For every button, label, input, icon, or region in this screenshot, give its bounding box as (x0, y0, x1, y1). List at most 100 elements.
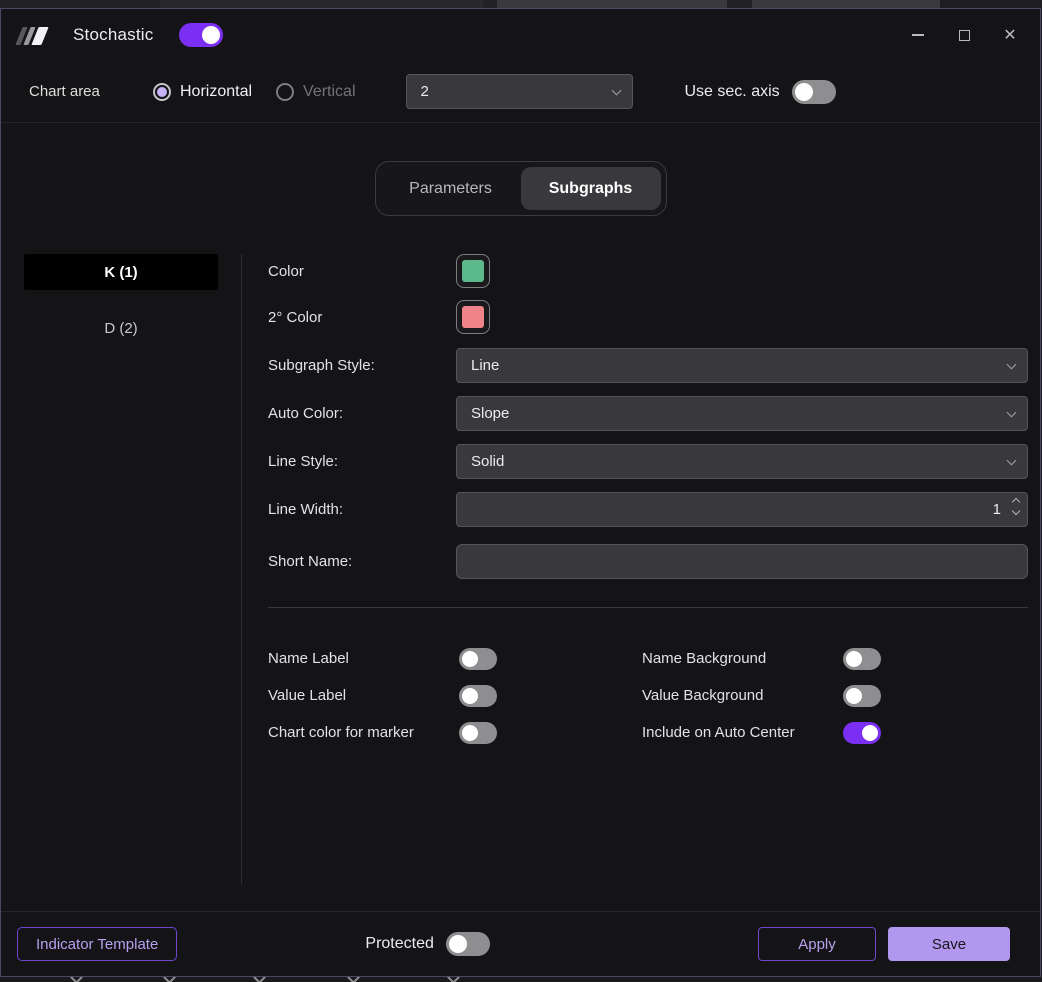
chevron-down-icon (611, 86, 621, 96)
section-divider (268, 607, 1028, 608)
subgraph-item-k[interactable]: K (1) (24, 254, 218, 290)
protected-label: Protected (365, 935, 433, 953)
auto-color-select[interactable]: Slope (456, 396, 1028, 431)
save-button[interactable]: Save (888, 927, 1010, 961)
chevron-down-icon (1007, 360, 1017, 370)
subgraph-list-panel: K (1) D (2) (1, 254, 242, 884)
toggle-column-right: Name Background Value Background Include… (642, 640, 881, 751)
color-row: Color (268, 254, 1028, 288)
display-toggle-grid: Name Label Value Label Chart color for m… (268, 640, 1028, 751)
short-name-input[interactable] (456, 544, 1028, 579)
toggle-knob (449, 935, 467, 953)
chart-area-count-value: 2 (421, 83, 429, 100)
chevron-down-icon (1007, 408, 1017, 418)
window-controls: ✕ (902, 20, 1026, 50)
background-tab-strip (0, 0, 1042, 8)
color-label: Color (268, 263, 456, 280)
name-label-text: Name Label (268, 650, 459, 667)
line-width-value: 1 (993, 501, 1001, 518)
line-width-stepper[interactable]: 1 (456, 492, 1028, 527)
indicator-template-button[interactable]: Indicator Template (17, 927, 177, 961)
name-label-toggle[interactable] (459, 648, 497, 670)
radio-horizontal[interactable]: Horizontal (153, 83, 252, 101)
toggle-knob (846, 651, 862, 667)
indicator-enabled-toggle[interactable] (179, 23, 223, 47)
auto-color-row: Auto Color: Slope (268, 396, 1028, 431)
close-button[interactable]: ✕ (994, 20, 1026, 50)
line-width-label: Line Width: (268, 501, 456, 518)
app-logo-icon (19, 25, 45, 45)
chart-color-marker-toggle[interactable] (459, 722, 497, 744)
title-bar: Stochastic ✕ (1, 9, 1040, 61)
apply-button[interactable]: Apply (758, 927, 876, 961)
auto-color-value: Slope (471, 405, 509, 422)
auto-center-text: Include on Auto Center (642, 724, 843, 741)
background-bottom-strip (0, 977, 1042, 982)
secondary-color-swatch-button[interactable] (456, 300, 490, 334)
chart-area-count-select[interactable]: 2 (406, 74, 633, 109)
minimize-icon (912, 34, 924, 36)
protected-toggle[interactable] (446, 932, 490, 956)
chevron-down-icon (347, 977, 360, 982)
subgraph-style-select[interactable]: Line (456, 348, 1028, 383)
close-icon: ✕ (1003, 25, 1016, 45)
line-style-select[interactable]: Solid (456, 444, 1028, 479)
sec-axis-group: Use sec. axis (685, 80, 836, 104)
dialog-title: Stochastic (73, 25, 153, 45)
maximize-icon (959, 30, 970, 41)
orientation-radio-group: Horizontal Vertical (153, 83, 370, 101)
subgraph-style-value: Line (471, 357, 499, 374)
toggle-column-left: Name Label Value Label Chart color for m… (268, 640, 642, 751)
line-style-label: Line Style: (268, 453, 456, 470)
value-background-row: Value Background (642, 677, 881, 714)
value-label-row: Value Label (268, 677, 642, 714)
radio-horizontal-control (153, 83, 171, 101)
radio-horizontal-label: Horizontal (180, 83, 252, 101)
line-style-value: Solid (471, 453, 504, 470)
toggle-knob (462, 688, 478, 704)
color-swatch (462, 260, 484, 282)
protected-group: Protected (365, 932, 489, 956)
color-swatch-button[interactable] (456, 254, 490, 288)
maximize-button[interactable] (948, 20, 980, 50)
chart-color-marker-text: Chart color for marker (268, 724, 459, 741)
radio-vertical-label: Vertical (303, 83, 355, 101)
name-background-toggle[interactable] (843, 648, 881, 670)
minimize-button[interactable] (902, 20, 934, 50)
name-background-row: Name Background (642, 640, 881, 677)
tabs-wrap: Parameters Subgraphs (1, 161, 1040, 216)
use-sec-axis-toggle[interactable] (792, 80, 836, 104)
background-tab (752, 0, 940, 8)
tab-parameters[interactable]: Parameters (381, 167, 521, 210)
value-background-toggle[interactable] (843, 685, 881, 707)
secondary-color-label: 2° Color (268, 309, 456, 326)
radio-vertical[interactable]: Vertical (276, 83, 355, 101)
toggle-knob (462, 651, 478, 667)
indicator-settings-dialog: Stochastic ✕ Chart area Horizontal Verti… (0, 8, 1041, 977)
toggle-knob (202, 26, 220, 44)
secondary-color-row: 2° Color (268, 300, 1028, 334)
chart-area-label: Chart area (29, 83, 153, 100)
radio-vertical-control (276, 83, 294, 101)
name-background-text: Name Background (642, 650, 843, 667)
line-width-spin-buttons[interactable] (1013, 499, 1019, 514)
tab-subgraphs[interactable]: Subgraphs (521, 167, 661, 210)
content-area: K (1) D (2) Color 2° Color Subgraph Styl… (1, 216, 1040, 911)
short-name-row: Short Name: (268, 544, 1028, 579)
secondary-color-swatch (462, 306, 484, 328)
chart-area-row: Chart area Horizontal Vertical 2 Use sec… (1, 61, 1040, 123)
value-label-toggle[interactable] (459, 685, 497, 707)
chart-color-marker-row: Chart color for marker (268, 714, 642, 751)
toggle-knob (462, 725, 478, 741)
chevron-down-icon (253, 977, 266, 982)
chevron-down-icon (70, 977, 83, 982)
background-tab (940, 0, 1042, 8)
tab-group: Parameters Subgraphs (375, 161, 667, 216)
subgraph-form: Color 2° Color Subgraph Style: Line (242, 254, 1040, 911)
toggle-knob (862, 725, 878, 741)
footer-bar: Indicator Template Protected Apply Save (1, 911, 1040, 976)
subgraph-item-d[interactable]: D (2) (24, 310, 218, 346)
auto-center-toggle[interactable] (843, 722, 881, 744)
spinner-up-icon (1012, 498, 1020, 506)
name-label-row: Name Label (268, 640, 642, 677)
